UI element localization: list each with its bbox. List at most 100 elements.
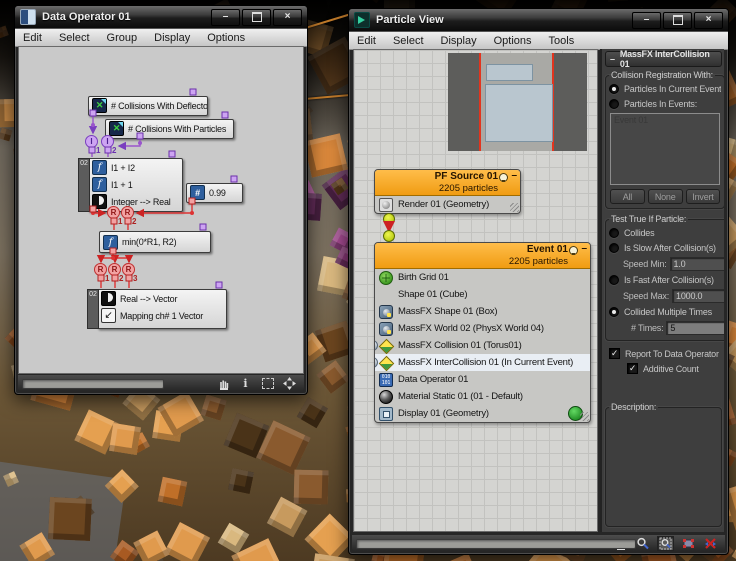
pf-source-header[interactable]: PF Source 01 2205 particles – xyxy=(375,170,520,196)
resize-grip[interactable] xyxy=(510,203,519,212)
menu-options[interactable]: Options xyxy=(207,32,245,44)
region-select-icon[interactable] xyxy=(260,377,275,390)
radio-icon[interactable] xyxy=(609,83,619,94)
radio-label: Collides xyxy=(624,227,655,238)
particle-view-window-title: Particle View xyxy=(376,14,444,26)
data-graph-canvas[interactable]: ✕ # Collisions With Deflectors ✕ # Colli… xyxy=(18,46,304,374)
test-output-port[interactable] xyxy=(375,340,378,351)
node-integer-ops[interactable]: 02 f I1 + I2 f I1 + 1 Integer --> Real xyxy=(78,158,183,212)
zoom-extents-icon[interactable] xyxy=(681,537,696,550)
group-legend: Collision Registration With: xyxy=(611,70,713,80)
radio-collided-multiple[interactable]: Collided Multiple Times xyxy=(609,304,724,319)
node-row-label[interactable]: Mapping ch# 1 Vector xyxy=(120,311,203,321)
port-number: 2 xyxy=(112,146,117,155)
menu-edit[interactable]: Edit xyxy=(357,35,376,47)
event-input-port[interactable] xyxy=(383,230,395,242)
rollout-collapse-icon[interactable]: – xyxy=(610,54,615,64)
event-row-birth-grid[interactable]: Birth Grid 01 xyxy=(375,269,590,286)
test-output-port[interactable] xyxy=(375,357,378,368)
pan-icon[interactable] xyxy=(216,377,231,390)
pf-source-node[interactable]: PF Source 01 2205 particles – Render 01 … xyxy=(374,169,521,214)
menu-display[interactable]: Display xyxy=(154,32,190,44)
node-collisions-particles[interactable]: ✕ # Collisions With Particles xyxy=(105,119,234,139)
collapse-icon[interactable]: – xyxy=(511,170,517,181)
menu-display[interactable]: Display xyxy=(441,35,477,47)
maximize-button[interactable] xyxy=(663,11,692,29)
checkbox-report-to-data-operator[interactable]: ✓ Report To Data Operator xyxy=(609,346,722,361)
scalar-value[interactable]: 0.99 xyxy=(209,188,226,198)
port-number: 1 xyxy=(96,146,101,155)
node-scalar-value[interactable]: # 0.99 xyxy=(186,183,243,203)
radio-collides[interactable]: Collides xyxy=(609,225,724,240)
no-zoom-icon[interactable] xyxy=(703,537,718,550)
node-row-label[interactable]: I1 + I2 xyxy=(111,163,135,173)
minimize-button[interactable]: – xyxy=(211,8,240,26)
node-collisions-deflectors[interactable]: ✕ # Collisions With Deflectors xyxy=(88,96,208,116)
node-row-label[interactable]: Real --> Vector xyxy=(120,294,177,304)
node-min-function[interactable]: f min(0*R1, R2) xyxy=(99,231,211,253)
event-row-data-operator[interactable]: 010 101 Data Operator 01 xyxy=(375,371,590,388)
radio-icon[interactable] xyxy=(609,242,619,253)
info-icon[interactable]: i xyxy=(238,377,253,390)
event-row-material-static[interactable]: Material Static 01 (01 - Default) xyxy=(375,388,590,405)
minimize-button[interactable]: – xyxy=(632,11,661,29)
maximize-button[interactable] xyxy=(242,8,271,26)
menu-select[interactable]: Select xyxy=(393,35,424,47)
display-icon xyxy=(379,406,393,421)
particle-flow-canvas[interactable]: PF Source 01 2205 particles – Render 01 … xyxy=(353,49,598,532)
close-button[interactable]: × xyxy=(273,8,302,26)
menu-select[interactable]: Select xyxy=(59,32,90,44)
massfx-collision-test-icon xyxy=(379,339,393,353)
close-button[interactable]: × xyxy=(694,11,723,29)
collapse-icon[interactable]: – xyxy=(581,243,587,254)
radio-icon[interactable] xyxy=(609,227,619,238)
event-output-port[interactable] xyxy=(383,213,395,225)
radio-is-slow[interactable]: Is Slow After Collision(s) xyxy=(609,240,724,255)
event-row-massfx-intercollision[interactable]: MassFX InterCollision 01 (In Current Eve… xyxy=(375,354,590,371)
radio-icon[interactable] xyxy=(609,306,619,317)
menu-edit[interactable]: Edit xyxy=(23,32,42,44)
node-row-label[interactable]: I1 + 1 xyxy=(111,180,133,190)
radio-icon[interactable] xyxy=(609,274,619,285)
render-operator-row[interactable]: Render 01 (Geometry) xyxy=(375,196,520,213)
all-button[interactable]: All xyxy=(610,189,645,204)
none-button[interactable]: None xyxy=(647,189,683,204)
checkbox-icon[interactable]: ✓ xyxy=(609,348,620,359)
speed-max-field[interactable]: 1000.0 xyxy=(672,288,724,303)
data-operator-titlebar[interactable]: Data Operator 01 – × xyxy=(15,6,307,28)
lightbulb-icon[interactable] xyxy=(569,246,578,255)
node-row-label[interactable]: Integer --> Real xyxy=(111,197,171,207)
event-row-display[interactable]: Display 01 (Geometry) xyxy=(375,405,590,422)
event-row-shape[interactable]: Shape 01 (Cube) xyxy=(375,286,590,303)
menu-tools[interactable]: Tools xyxy=(549,35,575,47)
event-row-massfx-shape[interactable]: MassFX Shape 01 (Box) xyxy=(375,303,590,320)
pan-compass-icon[interactable] xyxy=(282,376,297,390)
event-node[interactable]: Event 01 2205 particles – Birth Grid 01 … xyxy=(374,242,591,423)
particle-view-titlebar[interactable]: Particle View – × xyxy=(349,9,728,31)
menu-options[interactable]: Options xyxy=(494,35,532,47)
node-tab: 02 xyxy=(87,289,99,329)
radio-particles-in-events[interactable]: Particles In Events: xyxy=(609,96,721,111)
events-listbox[interactable]: Event 01 xyxy=(610,113,721,185)
radio-is-fast[interactable]: Is Fast After Collision(s) xyxy=(609,272,724,287)
menu-group[interactable]: Group xyxy=(107,32,138,44)
radio-icon[interactable] xyxy=(609,98,619,109)
zoom-tool-icon[interactable] xyxy=(635,537,650,550)
radio-particles-current-event[interactable]: Particles In Current Event xyxy=(609,81,721,96)
speed-max-label: Speed Max: xyxy=(623,290,670,301)
radio-label: Is Slow After Collision(s) xyxy=(624,242,716,253)
invert-button[interactable]: Invert xyxy=(685,189,721,204)
lightbulb-icon[interactable] xyxy=(499,173,508,182)
event-row-massfx-collision[interactable]: MassFX Collision 01 (Torus01) xyxy=(375,337,590,354)
checkbox-additive-count[interactable]: ✓ Additive Count xyxy=(627,361,722,376)
event-row-massfx-world[interactable]: MassFX World 02 (PhysX World 04) xyxy=(375,320,590,337)
checkbox-icon[interactable]: ✓ xyxy=(627,363,638,374)
region-zoom-tool-icon[interactable] xyxy=(657,535,674,551)
node-vector-output[interactable]: 02 Real --> Vector ↙ Mapping ch# 1 Vector xyxy=(87,289,227,329)
speed-min-field[interactable]: 1.0 xyxy=(669,256,724,271)
resize-grip[interactable] xyxy=(580,412,589,421)
rollout-header[interactable]: – MassFX InterCollision 01 xyxy=(605,49,722,69)
events-list-item[interactable]: Event 01 xyxy=(614,115,716,125)
event-header[interactable]: Event 01 2205 particles – xyxy=(375,243,590,269)
times-field[interactable]: 5 xyxy=(666,320,724,335)
